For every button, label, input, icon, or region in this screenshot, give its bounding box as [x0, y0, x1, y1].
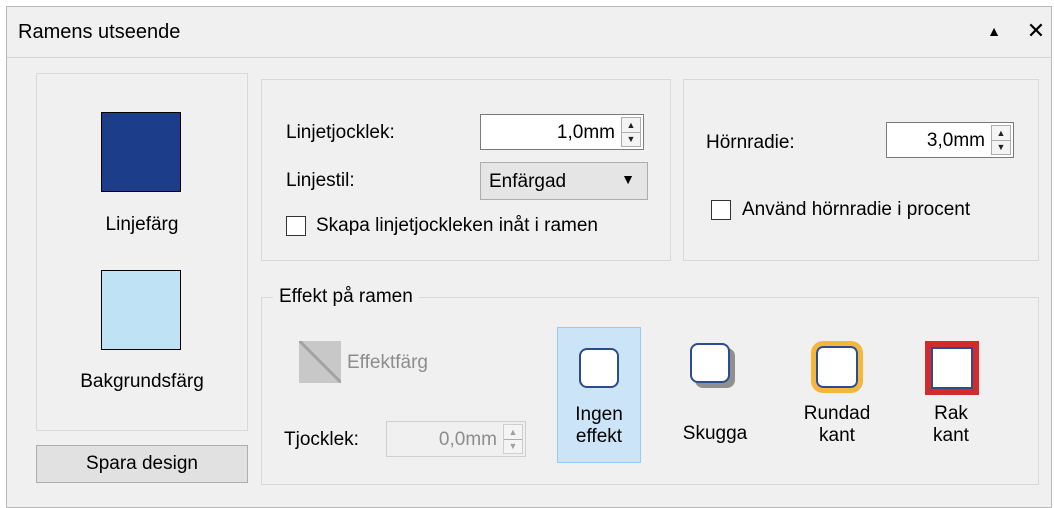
line-thickness-stepper[interactable]: 1,0mm ▲ ▼ — [480, 114, 644, 150]
no-effect-icon — [579, 348, 619, 388]
line-style-select[interactable]: Enfärgad ▼ — [480, 162, 648, 200]
spin-up-icon: ▲ — [504, 425, 522, 440]
effect-option-none[interactable]: Ingen effekt — [557, 327, 641, 463]
percent-radius-label: Använd hörnradie i procent — [742, 199, 971, 220]
effect-option-label: Rundad kant — [803, 403, 871, 446]
effect-option-rounded[interactable]: Rundad kant — [789, 327, 885, 463]
inward-thickness-checkbox[interactable] — [286, 216, 306, 236]
background-color-swatch[interactable] — [101, 270, 181, 350]
spin-up-icon[interactable]: ▲ — [992, 126, 1010, 141]
effect-color-label[interactable]: Effektfärg — [347, 352, 428, 374]
inward-thickness-label: Skapa linjetjockleken inåt i ramen — [316, 215, 598, 236]
line-color-swatch[interactable] — [101, 112, 181, 192]
effect-thickness-stepper[interactable]: 0,0mm ▲ ▼ — [386, 421, 526, 457]
panel-title: Ramens utseende — [18, 21, 181, 43]
line-thickness-value: 1,0mm — [556, 122, 615, 143]
corner-radius-label: Hörnradie: — [706, 132, 795, 153]
effect-thickness-label: Tjocklek: — [284, 429, 359, 450]
effect-option-label: Ingen effekt — [575, 404, 623, 447]
line-settings-panel: Linjetjocklek: 1,0mm ▲ ▼ Linjestil: Enfär… — [261, 79, 671, 261]
effect-thickness-value: 0,0mm — [438, 429, 497, 450]
color-panel: Linjefärg Bakgrundsfärg — [36, 73, 248, 431]
panel-titlebar: Ramens utseende ▲ ✕ — [7, 7, 1051, 58]
spin-down-icon: ▼ — [508, 441, 518, 451]
corner-radius-stepper[interactable]: 3,0mm ▲ ▼ — [886, 122, 1014, 158]
effect-color-icon — [299, 341, 341, 383]
effect-option-straight[interactable]: Rak kant — [903, 327, 999, 463]
spin-up-icon[interactable]: ▲ — [622, 118, 640, 133]
effect-option-shadow[interactable]: Skugga — [673, 327, 757, 463]
close-icon[interactable]: ✕ — [1023, 18, 1049, 44]
line-style-value: Enfärgad — [489, 171, 567, 192]
background-color-label: Bakgrundsfärg — [80, 371, 204, 392]
corner-radius-value: 3,0mm — [926, 130, 985, 151]
collapse-icon[interactable]: ▲ — [981, 18, 1007, 44]
effect-option-label: Rak kant — [933, 403, 969, 446]
shadow-effect-icon — [690, 343, 730, 383]
line-thickness-label: Linjetjocklek: — [286, 122, 395, 143]
line-color-label: Linjefärg — [105, 214, 179, 235]
percent-radius-checkbox[interactable] — [711, 200, 731, 220]
straight-edge-icon — [925, 341, 979, 395]
corner-radius-panel: Hörnradie: 3,0mm ▲ ▼ Använd hörnradie i p… — [683, 79, 1039, 261]
spin-down-icon[interactable]: ▼ — [992, 140, 1010, 154]
save-design-button[interactable]: Spara design — [36, 445, 248, 483]
effect-option-label: Skugga — [682, 423, 748, 444]
rounded-edge-icon — [811, 341, 863, 393]
line-style-label: Linjestil: — [286, 170, 355, 191]
chevron-down-icon: ▼ — [621, 171, 635, 187]
spin-down-icon[interactable]: ▼ — [622, 132, 640, 146]
effect-group-label: Effekt på ramen — [273, 286, 419, 308]
frame-appearance-panel: Ramens utseende ▲ ✕ Linjefärg Bakgrundsf… — [6, 6, 1052, 508]
